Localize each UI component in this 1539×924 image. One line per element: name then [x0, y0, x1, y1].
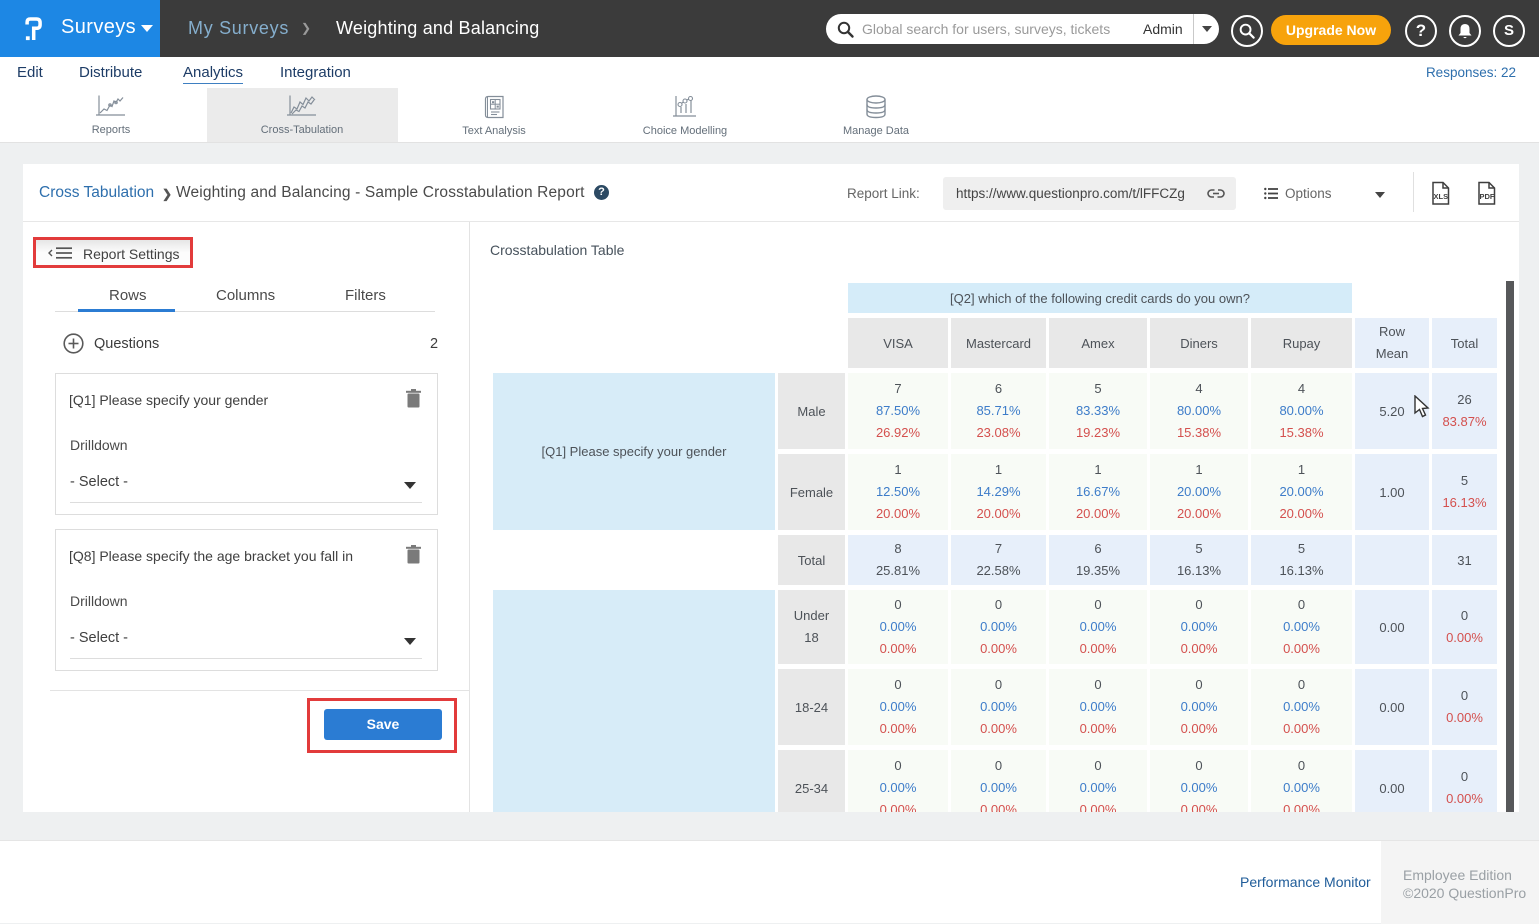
svg-text:XLS: XLS — [1434, 192, 1449, 201]
svg-text:PDF: PDF — [1480, 192, 1495, 201]
